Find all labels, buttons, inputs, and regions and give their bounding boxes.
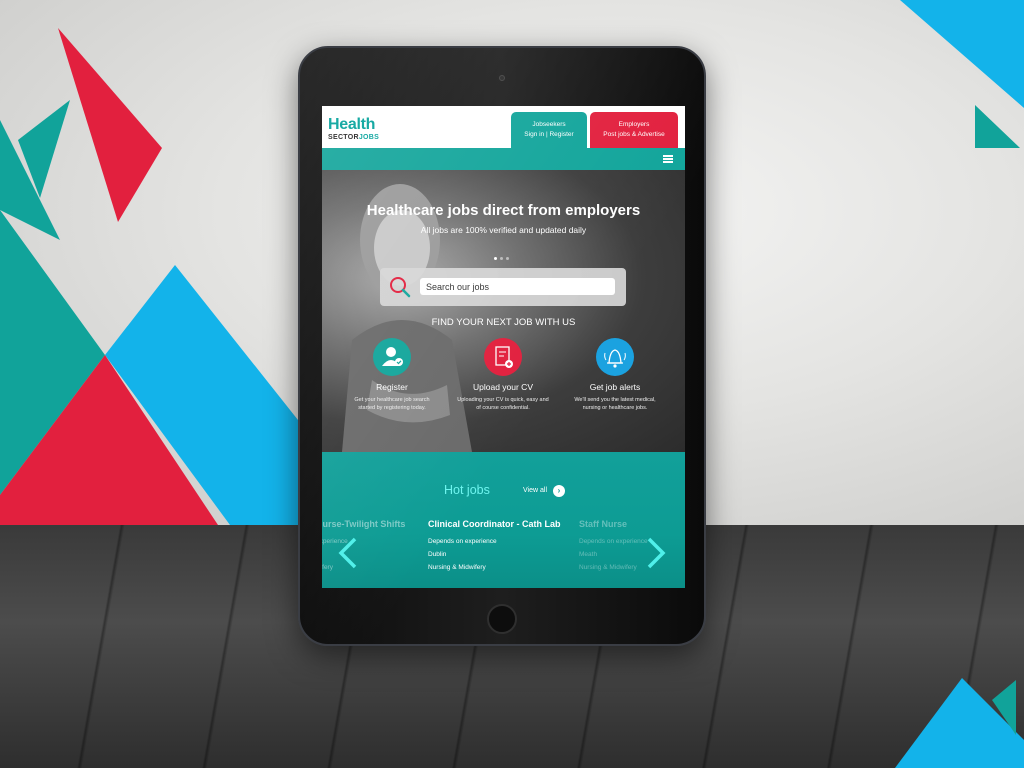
jobseekers-title: Jobseekers	[532, 121, 566, 128]
job-location: Meath	[579, 551, 598, 558]
job-salary: Depends on experience	[428, 538, 497, 545]
register-user-icon	[373, 338, 411, 376]
feature-desc: Uploading your CV is quick, easy and of …	[457, 397, 549, 411]
feature-title: Upload your CV	[472, 382, 533, 392]
logo-word: Health	[328, 116, 376, 133]
job-title: Nurse-Twilight Shifts	[322, 519, 406, 529]
tablet-screen: Health SECTORJOBS Jobseekers Sign in | R…	[322, 106, 685, 588]
employers-links[interactable]: Post jobs & Advertise	[590, 130, 678, 140]
feature-job-alerts[interactable]: Get job alerts We'll send you the latest…	[565, 338, 665, 412]
home-button[interactable]	[487, 604, 517, 634]
tablet-device: Health SECTORJOBS Jobseekers Sign in | R…	[298, 46, 706, 646]
chevron-right-icon[interactable]	[645, 536, 667, 570]
chevron-left-icon[interactable]	[337, 536, 359, 570]
chevron-right-circle-icon[interactable]: ›	[553, 485, 565, 497]
logo[interactable]: Health SECTORJOBS	[328, 116, 380, 142]
jobseekers-tab[interactable]: Jobseekers Sign in | Register	[511, 112, 587, 148]
site-header: Health SECTORJOBS Jobseekers Sign in | R…	[322, 106, 685, 148]
camera-icon	[499, 75, 505, 81]
feature-upload-cv[interactable]: Upload your CV Uploading your CV is quic…	[453, 338, 553, 412]
hero-title: Healthcare jobs direct from employers	[366, 202, 641, 219]
hot-jobs-section: Hot jobs View all › Nurse-Twilight Shift…	[322, 452, 685, 588]
feature-register[interactable]: Register Get your healthcare job search …	[342, 338, 442, 412]
bell-icon	[596, 338, 634, 376]
job-salary: Depends on experience	[579, 538, 648, 545]
jobseekers-links[interactable]: Sign in | Register	[511, 130, 587, 140]
find-next-heading: FIND YOUR NEXT JOB WITH US	[431, 317, 576, 328]
hamburger-menu-icon[interactable]	[663, 155, 673, 163]
nav-bar	[322, 148, 685, 170]
job-category: Nursing & Midwifery	[428, 564, 486, 571]
search-box	[380, 268, 626, 306]
job-title: Staff Nurse	[579, 519, 628, 529]
job-card[interactable]: Nurse-Twilight Shifts experience wifery	[322, 519, 405, 577]
hero-section: Healthcare jobs direct from employers Al…	[322, 170, 685, 452]
job-card[interactable]: Clinical Coordinator - Cath Lab Depends …	[428, 519, 561, 577]
job-location: Dublin	[428, 551, 447, 558]
search-input[interactable]	[420, 278, 615, 295]
upload-cv-icon	[484, 338, 522, 376]
view-all-link[interactable]: View all	[523, 487, 547, 494]
hero-subtitle: All jobs are 100% verified and updated d…	[420, 225, 587, 235]
hot-jobs-title: Hot jobs	[444, 483, 490, 497]
employers-title: Employers	[618, 121, 650, 128]
employers-tab[interactable]: Employers Post jobs & Advertise	[590, 112, 678, 148]
logo-subtitle: SECTORJOBS	[328, 134, 380, 141]
job-card[interactable]: Staff Nurse Depends on experience Meath …	[579, 519, 648, 577]
feature-desc: We'll send you the latest medical, nursi…	[574, 397, 656, 411]
job-location	[322, 551, 405, 558]
job-salary: experience	[322, 538, 348, 545]
job-category: wifery	[322, 564, 333, 571]
feature-title: Get job alerts	[589, 382, 641, 392]
carousel-dots[interactable]	[494, 247, 512, 265]
feature-title: Register	[376, 382, 408, 392]
job-category: Nursing & Midwifery	[579, 564, 637, 571]
job-title: Clinical Coordinator - Cath Lab	[428, 519, 561, 529]
search-icon[interactable]	[389, 276, 411, 298]
feature-desc: Get your healthcare job search started b…	[354, 397, 430, 411]
